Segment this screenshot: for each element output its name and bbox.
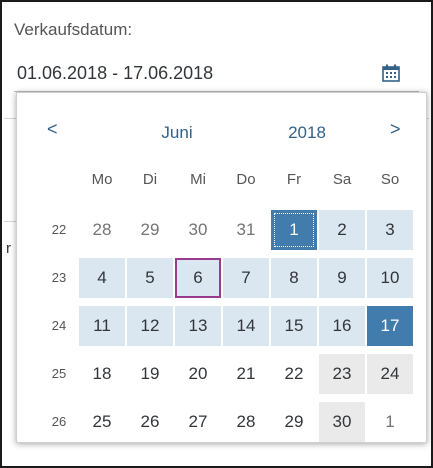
weekday-header: Mo	[91, 171, 113, 188]
calendar-day[interactable]: 28	[79, 210, 125, 250]
calendar-day[interactable]: 28	[223, 402, 269, 442]
calendar-day[interactable]: 30	[175, 210, 221, 250]
week-number: 26	[51, 414, 67, 429]
calendar-day[interactable]: 3	[367, 210, 413, 250]
calendar-day[interactable]: 2	[319, 210, 365, 250]
calendar-day[interactable]: 5	[127, 258, 173, 298]
calendar-day[interactable]: 1	[367, 402, 413, 442]
weekday-header: Mi	[190, 171, 206, 188]
calendar-day[interactable]: 10	[367, 258, 413, 298]
calendar-day[interactable]: 17	[367, 306, 413, 346]
calendar-day[interactable]: 12	[127, 306, 173, 346]
calendar-day[interactable]: 11	[79, 306, 125, 346]
next-month-button[interactable]: >	[390, 119, 401, 140]
calendar-day[interactable]: 19	[127, 354, 173, 394]
calendar-day[interactable]: 13	[175, 306, 221, 346]
month-button[interactable]: Juni	[142, 123, 212, 143]
year-button[interactable]: 2018	[272, 123, 342, 143]
week-number: 25	[51, 366, 67, 381]
calendar-icon[interactable]	[381, 63, 401, 83]
calendar-day[interactable]: 21	[223, 354, 269, 394]
calendar-day[interactable]: 27	[175, 402, 221, 442]
calendar-day[interactable]: 25	[79, 402, 125, 442]
weekday-header: Sa	[332, 171, 352, 188]
week-number: 23	[51, 270, 67, 285]
weekday-header: Di	[142, 171, 158, 188]
calendar-day[interactable]: 31	[223, 210, 269, 250]
calendar-popup: < Juni 2018 > Mo Di Mi Do Fr Sa So 22 28 29 30 31 1 2…	[16, 92, 427, 443]
calendar-day[interactable]: 23	[319, 354, 365, 394]
calendar-day[interactable]: 29	[127, 210, 173, 250]
calendar-day[interactable]: 16	[319, 306, 365, 346]
calendar-day[interactable]: 20	[175, 354, 221, 394]
calendar-day[interactable]: 8	[271, 258, 317, 298]
calendar-day[interactable]: 29	[271, 402, 317, 442]
frame: Verkaufsdatum: 01.06.2018 - 17.06.2018 r…	[0, 0, 433, 468]
calendar-day[interactable]: 7	[223, 258, 269, 298]
weekday-header: Do	[236, 171, 256, 188]
weekday-header: So	[380, 171, 400, 188]
calendar-day[interactable]: 9	[319, 258, 365, 298]
calendar-day[interactable]: 18	[79, 354, 125, 394]
field-label: Verkaufsdatum:	[14, 20, 133, 39]
calendar-day[interactable]: 22	[271, 354, 317, 394]
calendar-day[interactable]: 6	[175, 258, 221, 298]
background-text-fragment: r	[6, 240, 11, 257]
week-number: 24	[51, 318, 67, 333]
week-number: 22	[51, 222, 67, 237]
calendar-day[interactable]: 26	[127, 402, 173, 442]
calendar-day[interactable]: 14	[223, 306, 269, 346]
calendar-day[interactable]: 24	[367, 354, 413, 394]
calendar-day[interactable]: 4	[79, 258, 125, 298]
calendar-day[interactable]: 30	[319, 402, 365, 442]
prev-month-button[interactable]: <	[47, 119, 58, 140]
weekday-header: Fr	[286, 171, 302, 188]
date-range-value[interactable]: 01.06.2018 - 17.06.2018	[17, 63, 213, 84]
calendar-day[interactable]: 1	[271, 210, 317, 250]
date-range-input[interactable]: 01.06.2018 - 17.06.2018	[14, 56, 419, 92]
calendar-day[interactable]: 15	[271, 306, 317, 346]
